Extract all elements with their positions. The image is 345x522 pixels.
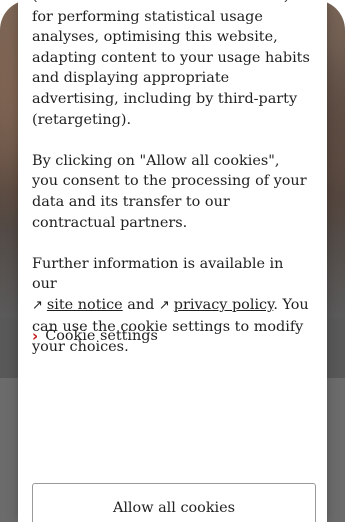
device-corner-top-left (0, 0, 30, 30)
external-link-arrow-icon: ↗ (32, 297, 43, 313)
external-link-arrow-icon: ↗ (158, 297, 170, 313)
consent-text: (hereinafter referred to as cookies) for… (32, 0, 310, 378)
consent-paragraph-purposes: (hereinafter referred to as cookies) for… (32, 0, 310, 128)
cookie-settings-toggle[interactable]: › Cookie settings (32, 325, 158, 347)
and-text: and (127, 296, 155, 313)
site-notice-link[interactable]: site notice (47, 297, 123, 313)
cookie-settings-label: Cookie settings (45, 328, 158, 344)
consent-paragraph-allow: By clicking on "Allow all cookies", you … (32, 152, 307, 231)
device-corner-top-right (315, 0, 345, 30)
viewport: (hereinafter referred to as cookies) for… (0, 0, 345, 522)
chevron-right-icon: › (32, 326, 39, 345)
privacy-policy-link[interactable]: privacy policy (174, 297, 274, 313)
allow-all-cookies-button[interactable]: Allow all cookies (32, 483, 316, 522)
info-intro: Further information is available in our (32, 255, 284, 293)
